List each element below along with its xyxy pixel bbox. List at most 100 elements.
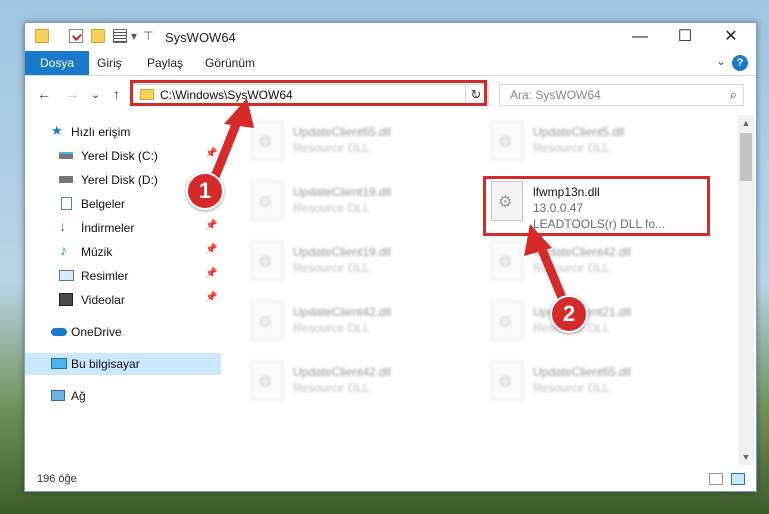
- folder-icon: [35, 29, 49, 43]
- file-description: Resource DLL: [533, 381, 610, 395]
- address-highlight-box: [130, 80, 487, 106]
- pin-icon[interactable]: 📌: [205, 148, 217, 159]
- up-button[interactable]: ↑: [113, 86, 120, 102]
- pictures-icon: [59, 270, 74, 281]
- network-icon: [51, 390, 65, 401]
- sidebar-item-music[interactable]: ♪ Müzik 📌: [25, 241, 221, 263]
- sidebar-item-pictures[interactable]: Resimler 📌: [25, 265, 221, 287]
- search-placeholder: Ara: SysWOW64: [510, 88, 601, 102]
- sidebar-item-label: Resimler: [81, 269, 129, 283]
- dll-file-icon: [251, 241, 283, 281]
- forward-button[interactable]: →: [65, 86, 79, 102]
- documents-icon: [61, 197, 72, 210]
- quick-access-dropdown-icon[interactable]: ▾: [131, 29, 137, 43]
- dll-file-icon: [251, 301, 283, 341]
- large-icons-view-icon[interactable]: [731, 473, 745, 485]
- drive-icon: [59, 152, 73, 159]
- sidebar-item-network[interactable]: Ağ: [25, 385, 221, 407]
- file-description: Resource DLL: [293, 201, 370, 215]
- computer-icon: [51, 358, 67, 369]
- status-bar: 196 öğe: [25, 469, 756, 491]
- file-item[interactable]: UpdateClient19.dll Resource DLL: [243, 237, 473, 293]
- sidebar-item-label: OneDrive: [71, 325, 122, 339]
- tab-share[interactable]: Paylaş: [141, 51, 189, 75]
- details-view-icon[interactable]: [709, 473, 723, 485]
- file-name: UpdateClient42.dll: [533, 245, 632, 259]
- pin-icon[interactable]: 📌: [205, 220, 217, 231]
- ribbon-tabs: Dosya Giriş Paylaş Görünüm ⌄ ?: [25, 51, 756, 76]
- file-description: Resource DLL: [293, 321, 370, 335]
- file-description: Resource DLL: [293, 261, 370, 275]
- sidebar-item-label: İndirmeler: [81, 221, 135, 235]
- file-list: UpdateClient65.dll Resource DLL UpdateCl…: [239, 115, 736, 465]
- sidebar-item-onedrive[interactable]: OneDrive: [25, 321, 221, 343]
- scroll-up-icon[interactable]: ▲: [738, 115, 754, 131]
- dll-file-icon: [491, 361, 523, 401]
- search-input[interactable]: Ara: SysWOW64 ⌕: [499, 84, 744, 106]
- tab-home[interactable]: Giriş: [91, 51, 128, 75]
- sidebar-item-downloads[interactable]: ↓ İndirmeler 📌: [25, 217, 221, 239]
- file-item[interactable]: UpdateClient65.dll Resource DLL: [483, 357, 713, 413]
- dll-file-icon: [491, 241, 523, 281]
- dll-file-icon: [491, 121, 523, 161]
- recent-locations-button[interactable]: ⌄: [91, 88, 100, 101]
- dll-file-icon: [251, 181, 283, 221]
- pin-icon[interactable]: 📌: [205, 292, 217, 303]
- properties-icon[interactable]: [69, 29, 83, 43]
- scroll-thumb[interactable]: [740, 133, 752, 181]
- back-button[interactable]: ←: [37, 86, 51, 102]
- sidebar-item-quick-access[interactable]: ★ Hızlı erişim: [25, 121, 221, 143]
- file-item[interactable]: UpdateClient21.dll Resource DLL: [483, 297, 713, 353]
- file-item[interactable]: UpdateClient42.dll Resource DLL: [243, 297, 473, 353]
- sidebar-item-label: Hızlı erişim: [71, 125, 131, 139]
- sidebar-item-videos[interactable]: Videolar 📌: [25, 289, 221, 311]
- sidebar-item-label: Ağ: [71, 389, 86, 403]
- sidebar-item-label: Yerel Disk (C:): [81, 149, 158, 163]
- maximize-button[interactable]: ☐: [662, 23, 708, 51]
- file-description: Resource DLL: [533, 141, 610, 155]
- step-badge-2: 2: [550, 295, 588, 333]
- file-description: Resource DLL: [533, 261, 610, 275]
- customize-toolbar-icon[interactable]: ⊤: [143, 29, 153, 43]
- music-icon: ♪: [60, 242, 67, 258]
- window-title: SysWOW64: [165, 30, 236, 45]
- expand-ribbon-icon[interactable]: ⌄: [716, 54, 726, 68]
- tab-view[interactable]: Görünüm: [199, 51, 261, 75]
- drive-icon: [59, 176, 73, 183]
- file-name: UpdateClient19.dll: [293, 245, 392, 259]
- dll-file-icon: [491, 301, 523, 341]
- dll-file-icon: [251, 361, 283, 401]
- pin-icon[interactable]: 📌: [205, 268, 217, 279]
- pin-icon[interactable]: 📌: [205, 244, 217, 255]
- sidebar-item-label: Müzik: [81, 245, 113, 259]
- new-folder-icon[interactable]: [91, 29, 105, 43]
- star-icon: ★: [51, 123, 63, 138]
- tab-file[interactable]: Dosya: [25, 51, 90, 75]
- file-item[interactable]: UpdateClient42.dll Resource DLL: [483, 237, 713, 293]
- file-item[interactable]: UpdateClient42.dll Resource DLL: [243, 357, 473, 413]
- videos-icon: [59, 293, 73, 306]
- scroll-down-icon[interactable]: ▼: [738, 449, 754, 465]
- cloud-icon: [51, 328, 67, 336]
- item-count: 196 öğe: [37, 473, 77, 485]
- sidebar-item-label: Yerel Disk (D:): [81, 173, 158, 187]
- downloads-icon: ↓: [59, 218, 66, 234]
- minimize-button[interactable]: —: [617, 23, 663, 51]
- file-description: Resource DLL: [293, 381, 370, 395]
- vertical-scrollbar[interactable]: ▲ ▼: [738, 115, 754, 465]
- sidebar-item-this-pc[interactable]: Bu bilgisayar: [25, 353, 221, 375]
- file-item[interactable]: UpdateClient65.dll Resource DLL: [243, 117, 473, 173]
- file-item[interactable]: UpdateClient19.dll Resource DLL: [243, 177, 473, 233]
- file-highlight-box: [483, 176, 710, 236]
- view-icon[interactable]: [113, 29, 127, 43]
- file-item[interactable]: UpdateClient5.dll Resource DLL: [483, 117, 713, 173]
- sidebar-item-label: Belgeler: [81, 197, 126, 211]
- file-name: UpdateClient42.dll: [293, 365, 392, 379]
- step-badge-1: 1: [186, 172, 224, 210]
- file-name: UpdateClient65.dll: [293, 125, 392, 139]
- help-icon[interactable]: ?: [732, 55, 748, 71]
- close-button[interactable]: ✕: [708, 23, 754, 51]
- sidebar-item-label: Videolar: [81, 293, 125, 307]
- search-icon[interactable]: ⌕: [730, 87, 737, 103]
- sidebar-item-local-disk-c[interactable]: Yerel Disk (C:) 📌: [25, 145, 221, 167]
